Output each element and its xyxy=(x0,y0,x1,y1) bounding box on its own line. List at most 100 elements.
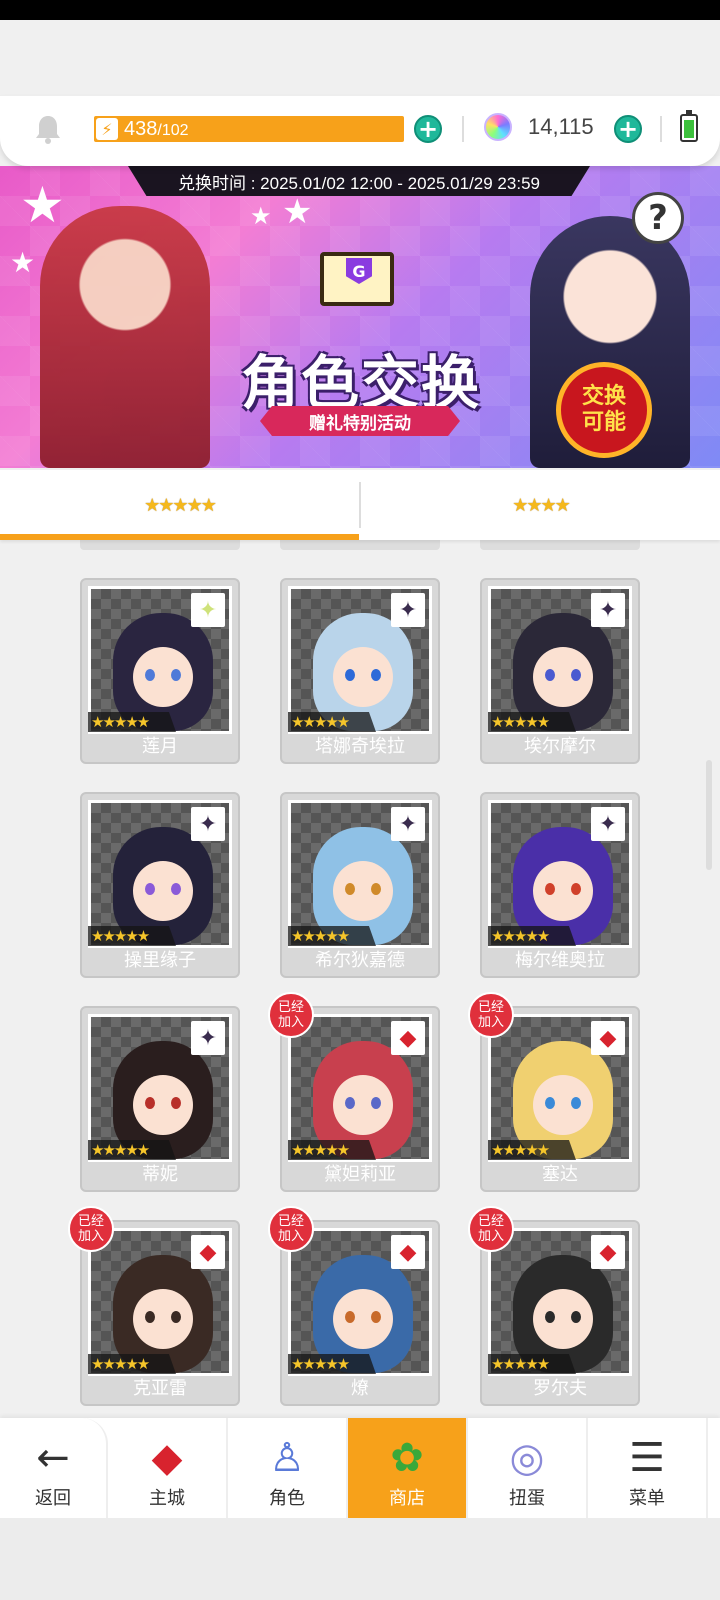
character-grid: ✦ ★★★★★ 莲月 ✦ ★★★★★ 塔娜奇埃拉 ✦ ★★★★★ 埃尔摩尔 ✦ ★★★★★ 操里缘子 ✦… xyxy=(0,540,720,1420)
character-card[interactable]: ✦ ★★★★★ 埃尔摩尔 xyxy=(480,578,640,764)
scrollbar[interactable] xyxy=(706,760,712,870)
red-diamond-icon: ◆ xyxy=(591,1235,625,1269)
character-name: 罗尔夫 xyxy=(533,1378,587,1399)
divider xyxy=(660,116,662,142)
divider xyxy=(462,116,464,142)
dark-sparkle-icon: ✦ xyxy=(591,593,625,627)
energy-max: /102 xyxy=(157,121,189,139)
nav-item-back-arrow[interactable]: ← 返回 xyxy=(0,1418,108,1518)
character-card[interactable]: ◆ ★★★★★ 塞达 已经 加入 xyxy=(468,992,640,1192)
nav-item-gacha-capsule[interactable]: ◎ 扭蛋 xyxy=(468,1418,588,1518)
joined-badge: 已经 加入 xyxy=(68,1206,114,1252)
system-nav-area xyxy=(0,1518,720,1600)
character-name: 莲月 xyxy=(142,736,178,757)
energy-bar: ⚡ 438/102 xyxy=(94,116,404,142)
character-portrait: ◆ xyxy=(488,1228,632,1376)
resource-bar: ⚡ 438/102 + 14,115 + xyxy=(0,96,720,166)
nav-item-menu-list[interactable]: ☰ 菜单 xyxy=(588,1418,708,1518)
character-portrait: ◆ xyxy=(288,1014,432,1162)
rarity-stars: ★★★★★ xyxy=(88,712,176,732)
help-button[interactable]: ? xyxy=(632,192,684,244)
bell-icon[interactable] xyxy=(34,114,62,144)
joined-badge: 已经 加入 xyxy=(268,1206,314,1252)
nav-label: 商店 xyxy=(389,1488,425,1509)
system-status-bar xyxy=(0,0,720,20)
character-portrait: ✦ xyxy=(88,1014,232,1162)
star-icon: ★ xyxy=(20,176,65,234)
character-art-left xyxy=(40,206,210,468)
nav-label: 返回 xyxy=(35,1488,71,1509)
red-diamond-icon: ◆ xyxy=(191,1235,225,1269)
battery-icon xyxy=(680,110,698,142)
partial-card xyxy=(80,540,240,550)
red-diamond-icon: ◆ xyxy=(591,1021,625,1055)
dark-sparkle-icon: ✦ xyxy=(391,807,425,841)
add-gems-button[interactable]: + xyxy=(614,115,642,143)
light-sparkle-icon: ✦ xyxy=(191,593,225,627)
lightning-icon: ⚡ xyxy=(96,118,118,140)
dark-sparkle-icon: ✦ xyxy=(591,807,625,841)
partial-card xyxy=(280,540,440,550)
character-portrait: ◆ xyxy=(88,1228,232,1376)
character-portrait: ✦ xyxy=(288,586,432,734)
joined-badge: 已经 加入 xyxy=(468,992,514,1038)
dark-sparkle-icon: ✦ xyxy=(191,807,225,841)
tab-label: ★★★★ xyxy=(512,494,571,516)
character-card[interactable]: ✦ ★★★★★ 梅尔维奥拉 xyxy=(480,792,640,978)
rarity-tabs: ★★★★★ ★★★★ xyxy=(0,470,720,540)
nav-label: 菜单 xyxy=(629,1488,665,1509)
gem-count: 14,115 xyxy=(528,114,594,139)
star-icon: ★ xyxy=(10,246,36,279)
character-portrait: ✦ xyxy=(488,800,632,948)
character-card[interactable]: ◆ ★★★★★ 克亚雷 已经 加入 xyxy=(68,1206,240,1406)
character-card[interactable]: ◆ ★★★★★ 燎 已经 加入 xyxy=(268,1206,440,1406)
star-icon: ★ xyxy=(250,202,272,230)
rarity-stars: ★★★★★ xyxy=(288,926,376,946)
red-diamond-icon: ◆ xyxy=(391,1235,425,1269)
rarity-stars: ★★★★★ xyxy=(88,1354,176,1374)
tab-label: ★★★★★ xyxy=(144,494,217,516)
rarity-stars: ★★★★★ xyxy=(88,926,176,946)
dark-sparkle-icon: ✦ xyxy=(191,1021,225,1055)
rarity-stars: ★★★★★ xyxy=(288,712,376,732)
add-energy-button[interactable]: + xyxy=(414,115,442,143)
rarity-stars: ★★★★★ xyxy=(88,1140,176,1160)
joined-badge: 已经 加入 xyxy=(268,992,314,1038)
dark-sparkle-icon: ✦ xyxy=(391,593,425,627)
character-portrait: ✦ xyxy=(288,800,432,948)
character-name: 燎 xyxy=(351,1378,369,1399)
character-portrait: ✦ xyxy=(88,586,232,734)
rarity-stars: ★★★★★ xyxy=(488,1354,576,1374)
nav-item-character[interactable]: ♙ 角色 xyxy=(228,1418,348,1518)
energy-text: 438/102 xyxy=(124,118,189,141)
character-card[interactable]: ◆ ★★★★★ 黛妲莉亚 已经 加入 xyxy=(268,992,440,1192)
character-portrait: ✦ xyxy=(88,800,232,948)
exchange-time-label: 兑换时间 : 2025.01/02 12:00 - 2025.01/29 23:… xyxy=(128,166,590,196)
tab-five-star[interactable]: ★★★★★ xyxy=(0,470,359,540)
menu-list-icon: ☰ xyxy=(629,1435,665,1481)
character-card[interactable]: ✦ ★★★★★ 希尔狄嘉德 xyxy=(280,792,440,978)
character-name: 塞达 xyxy=(542,1164,578,1185)
character-portrait: ✦ xyxy=(488,586,632,734)
badge-line2: 可能 xyxy=(581,410,626,435)
tab-four-star[interactable]: ★★★★ xyxy=(361,470,720,540)
event-banner: ★ ★ ★ ★ 兑换时间 : 2025.01/02 12:00 - 2025.0… xyxy=(0,166,720,468)
nav-label: 角色 xyxy=(269,1488,305,1509)
character-name: 蒂妮 xyxy=(142,1164,178,1185)
rarity-stars: ★★★★★ xyxy=(488,712,576,732)
gem-icon xyxy=(484,113,512,141)
character-card[interactable]: ✦ ★★★★★ 莲月 xyxy=(80,578,240,764)
star-icon: ★ xyxy=(282,192,313,232)
banner-subtitle: 赠礼特别活动 xyxy=(260,406,460,436)
character-card[interactable]: ✦ ★★★★★ 塔娜奇埃拉 xyxy=(280,578,440,764)
shop-bag-icon: ✿ xyxy=(390,1435,424,1481)
character-card[interactable]: ✦ ★★★★★ 蒂妮 xyxy=(80,1006,240,1192)
character-card[interactable]: ◆ ★★★★★ 罗尔夫 已经 加入 xyxy=(468,1206,640,1406)
nav-item-shop-bag[interactable]: ✿ 商店 xyxy=(348,1418,468,1518)
character-name: 梅尔维奥拉 xyxy=(515,950,605,971)
red-diamond-icon: ◆ xyxy=(391,1021,425,1055)
nav-label: 扭蛋 xyxy=(509,1488,545,1509)
nav-item-castle[interactable]: ◆ 主城 xyxy=(108,1418,228,1518)
character-card[interactable]: ✦ ★★★★★ 操里缘子 xyxy=(80,792,240,978)
character-name: 操里缘子 xyxy=(124,950,196,971)
